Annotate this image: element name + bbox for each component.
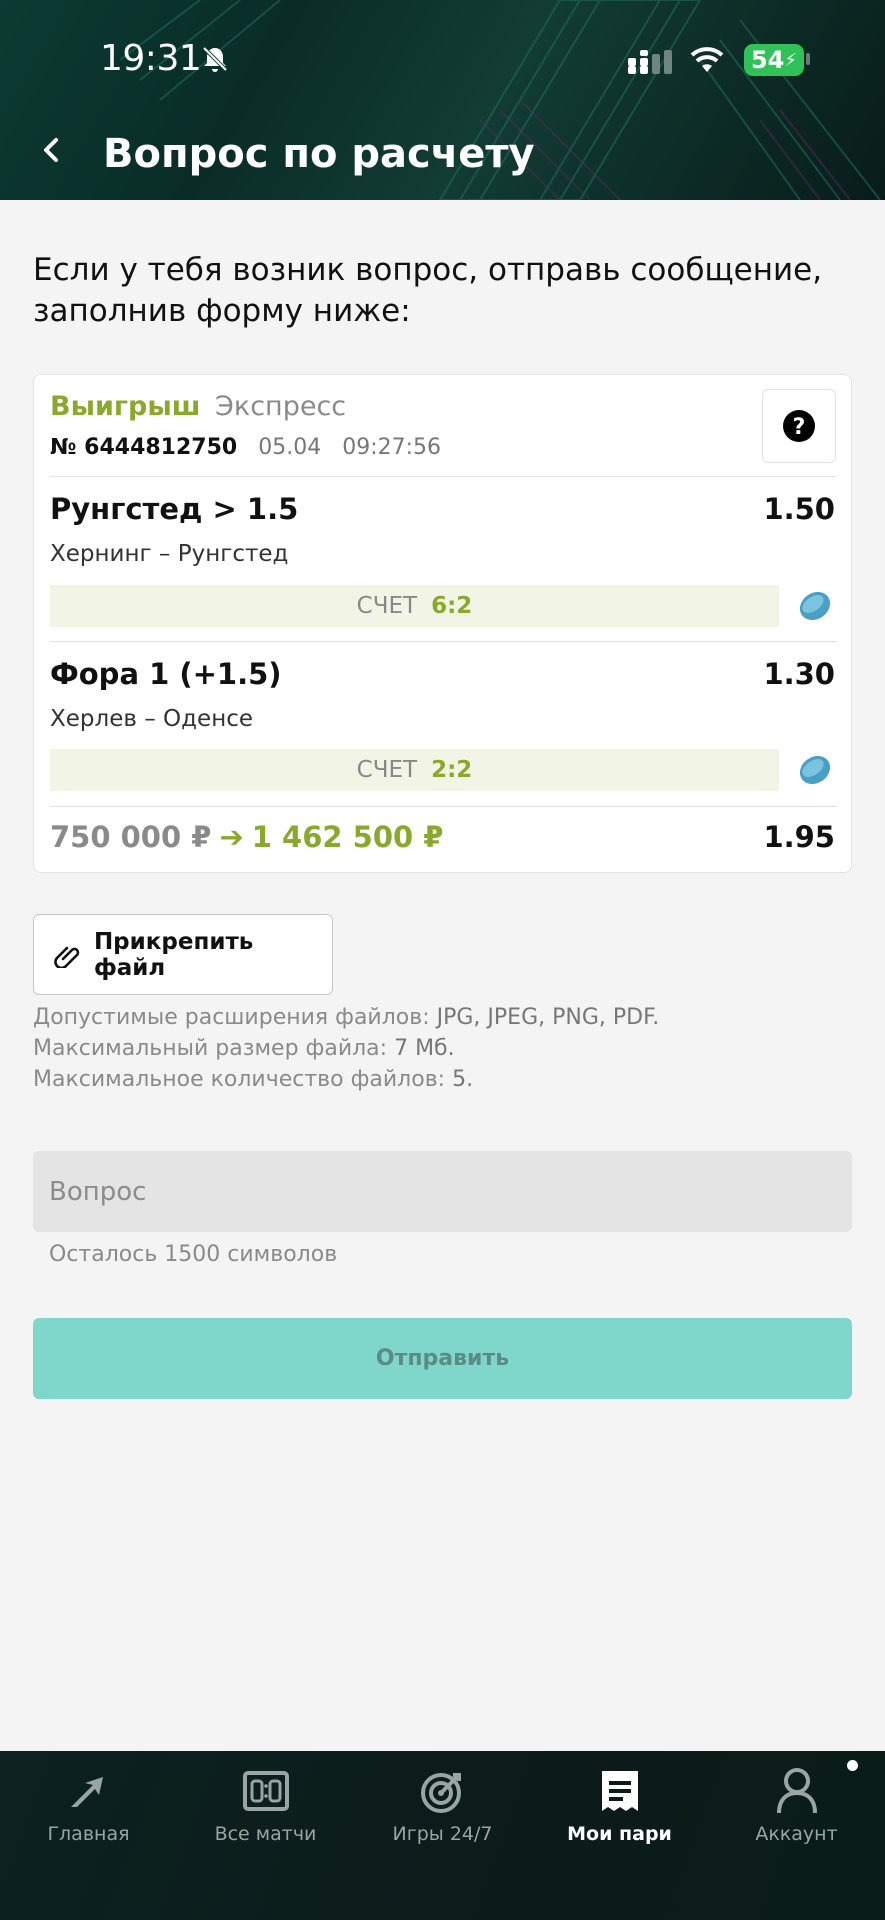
home-arrow-icon <box>70 1777 103 1807</box>
bet-time: 09:27:56 <box>342 435 442 460</box>
user-icon <box>776 1768 817 1814</box>
event-name: Рунгстед > 1.5 <box>50 492 299 526</box>
scoreboard-icon <box>242 1771 289 1811</box>
event-name: Фора 1 (+1.5) <box>50 657 282 691</box>
svg-text:?: ? <box>793 415 806 440</box>
intro-text: Если у тебя возник вопрос, отправь сообщ… <box>33 252 823 329</box>
remaining-characters: Осталось 1500 символов <box>49 1242 338 1267</box>
nav-label: Мои пари <box>567 1823 672 1845</box>
attach-file-button[interactable]: Прикрепить файл <box>33 914 333 995</box>
event-match: Хернинг – Рунгстед <box>50 541 289 567</box>
question-input[interactable] <box>33 1151 852 1232</box>
bet-type: Экспресс <box>215 391 347 422</box>
payout-amount: 1 462 500 ₽ <box>251 820 444 854</box>
hockey-puck-icon <box>799 591 831 621</box>
divider <box>50 641 837 642</box>
file-rules: Допустимые расширения файлов: JPG, JPEG,… <box>33 1002 659 1095</box>
help-button[interactable]: ? <box>762 389 836 463</box>
battery-tip <box>806 53 810 65</box>
status-time: 19:31 <box>100 38 202 79</box>
bet-card: Выигрыш Экспресс № 6444812750 05.04 09:2… <box>33 374 852 873</box>
nav-item-account[interactable]: Аккаунт <box>708 1751 885 1920</box>
rule-extensions: Допустимые расширения файлов: JPG, JPEG,… <box>33 1005 660 1030</box>
nav-label: Игры 24/7 <box>392 1823 493 1845</box>
divider <box>50 806 837 807</box>
bet-date: 05.04 <box>258 435 322 460</box>
nav-item-games[interactable]: Игры 24/7 <box>354 1751 531 1920</box>
bet-result: Выигрыш <box>50 391 201 422</box>
bottom-navigation: Главная Все матчи Игры 24/7 Мои пари Акк… <box>0 1751 885 1920</box>
score-bar: СЧЕТ 2:2 <box>50 749 779 791</box>
score-label: СЧЕТ <box>356 593 418 619</box>
wifi-icon <box>690 47 724 72</box>
event-odds: 1.50 <box>763 492 835 526</box>
stake-line: 750 000 ₽ ➔ 1 462 500 ₽ <box>50 820 443 854</box>
score-label: СЧЕТ <box>356 757 418 783</box>
battery-indicator: 54 ⚡ <box>744 44 804 76</box>
score-value: 6:2 <box>431 593 473 619</box>
bet-number-prefix: № <box>50 435 77 460</box>
arrow-right-icon: ➔ <box>219 820 244 854</box>
nav-label: Аккаунт <box>755 1823 838 1845</box>
receipt-icon <box>601 1771 638 1811</box>
cellular-signal-icon <box>628 50 672 74</box>
bell-muted-icon <box>202 46 228 72</box>
hockey-puck-icon <box>799 755 831 785</box>
nav-item-home[interactable]: Главная <box>0 1751 177 1920</box>
attach-file-label: Прикрепить файл <box>93 928 254 981</box>
score-bar: СЧЕТ 6:2 <box>50 585 779 627</box>
page-title: Вопрос по расчету <box>103 131 535 177</box>
nav-label: Все матчи <box>214 1823 317 1845</box>
bet-meta: № 6444812750 05.04 09:27:56 <box>50 435 441 460</box>
nav-label: Главная <box>47 1823 130 1845</box>
rule-size: Максимальный размер файла: 7 Мб. <box>33 1036 455 1061</box>
rule-count: Максимальное количество файлов: 5. <box>33 1067 474 1092</box>
stake-amount: 750 000 ₽ <box>50 820 212 854</box>
submit-button[interactable]: Отправить <box>33 1318 852 1399</box>
paperclip-icon <box>54 946 80 968</box>
bet-number: 6444812750 <box>84 435 238 460</box>
nav-item-my-bets[interactable]: Мои пари <box>531 1751 708 1920</box>
app-header: 19:31 54 ⚡ Вопрос по расчету <box>0 0 885 200</box>
nav-item-all-matches[interactable]: Все матчи <box>177 1751 354 1920</box>
event-odds: 1.30 <box>763 657 835 691</box>
bet-result-line: Выигрыш Экспресс <box>50 391 346 422</box>
divider <box>50 476 837 477</box>
question-mark-icon: ? <box>783 410 815 442</box>
score-value: 2:2 <box>431 757 473 783</box>
event-match: Херлев – Оденсе <box>50 706 254 732</box>
total-odds: 1.95 <box>763 820 835 854</box>
back-arrow-icon[interactable] <box>36 130 66 170</box>
notification-dot <box>847 1760 858 1771</box>
target-icon <box>420 1773 461 1813</box>
